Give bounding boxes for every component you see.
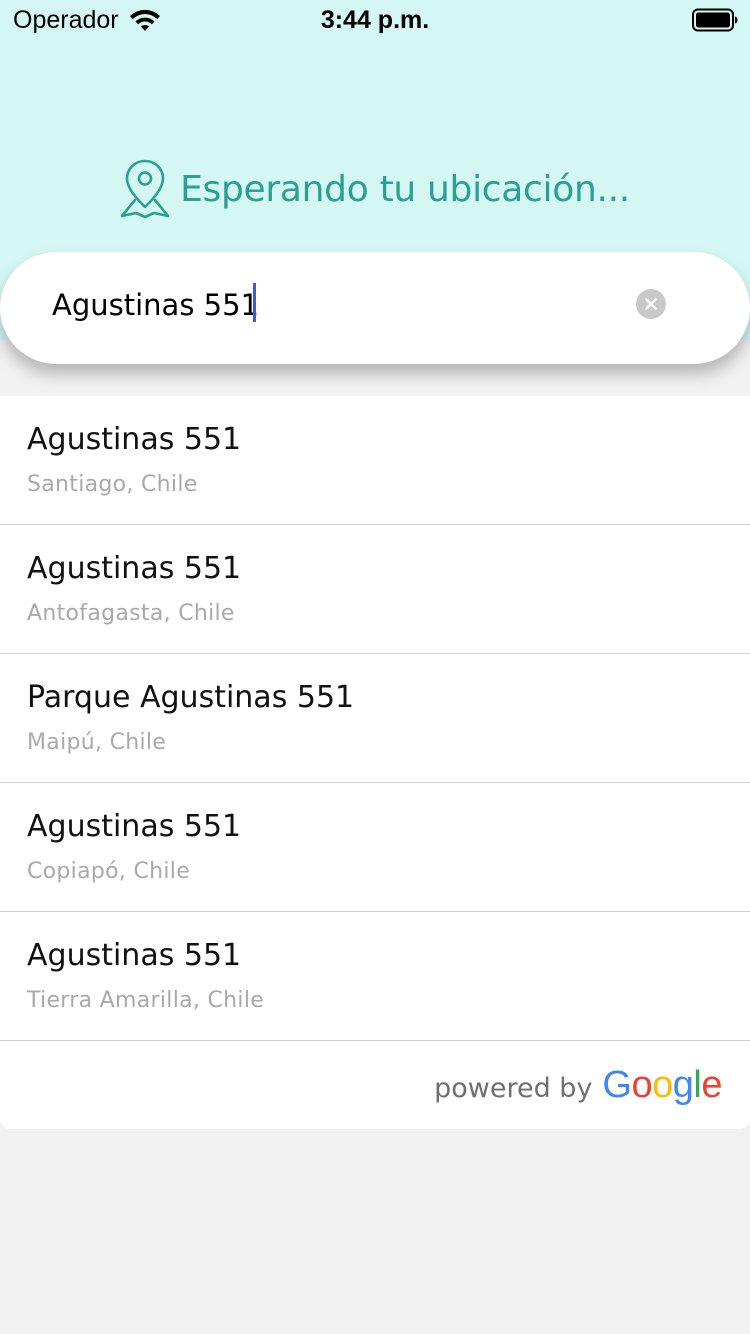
result-subtitle: Maipú, Chile (27, 730, 167, 755)
google-logo: Google (602, 1064, 722, 1106)
result-title: Agustinas 551 (27, 422, 242, 457)
result-item[interactable]: Agustinas 551 Tierra Amarilla, Chile (0, 912, 750, 1041)
text-caret (253, 283, 256, 322)
result-item[interactable]: Parque Agustinas 551 Maipú, Chile (0, 654, 750, 783)
result-title: Agustinas 551 (27, 551, 242, 586)
location-status-text: Esperando tu ubicación... (180, 168, 630, 210)
result-title: Parque Agustinas 551 (27, 680, 355, 715)
status-time: 3:44 p.m. (320, 6, 430, 34)
search-input[interactable] (52, 280, 612, 330)
status-bar: Operador 3:44 p.m. (0, 0, 750, 42)
result-title: Agustinas 551 (27, 938, 242, 973)
result-item[interactable]: Agustinas 551 Antofagasta, Chile (0, 525, 750, 654)
location-status: Esperando tu ubicación... (0, 158, 750, 220)
result-subtitle: Santiago, Chile (27, 472, 198, 497)
result-subtitle: Copiapó, Chile (27, 859, 191, 884)
result-subtitle: Antofagasta, Chile (27, 601, 235, 626)
clear-icon (645, 298, 657, 310)
clear-search-button[interactable] (636, 289, 666, 319)
results-list: Agustinas 551 Santiago, Chile Agustinas … (0, 396, 750, 1129)
result-subtitle: Tierra Amarilla, Chile (27, 988, 265, 1013)
powered-by-text: powered by (434, 1073, 593, 1104)
battery-full-icon (692, 8, 738, 32)
powered-by-google: powered by Google (434, 1064, 722, 1107)
map-pin-icon (120, 159, 170, 219)
result-item[interactable]: Agustinas 551 Santiago, Chile (0, 396, 750, 525)
result-item[interactable]: Agustinas 551 Copiapó, Chile (0, 783, 750, 912)
result-title: Agustinas 551 (27, 809, 242, 844)
